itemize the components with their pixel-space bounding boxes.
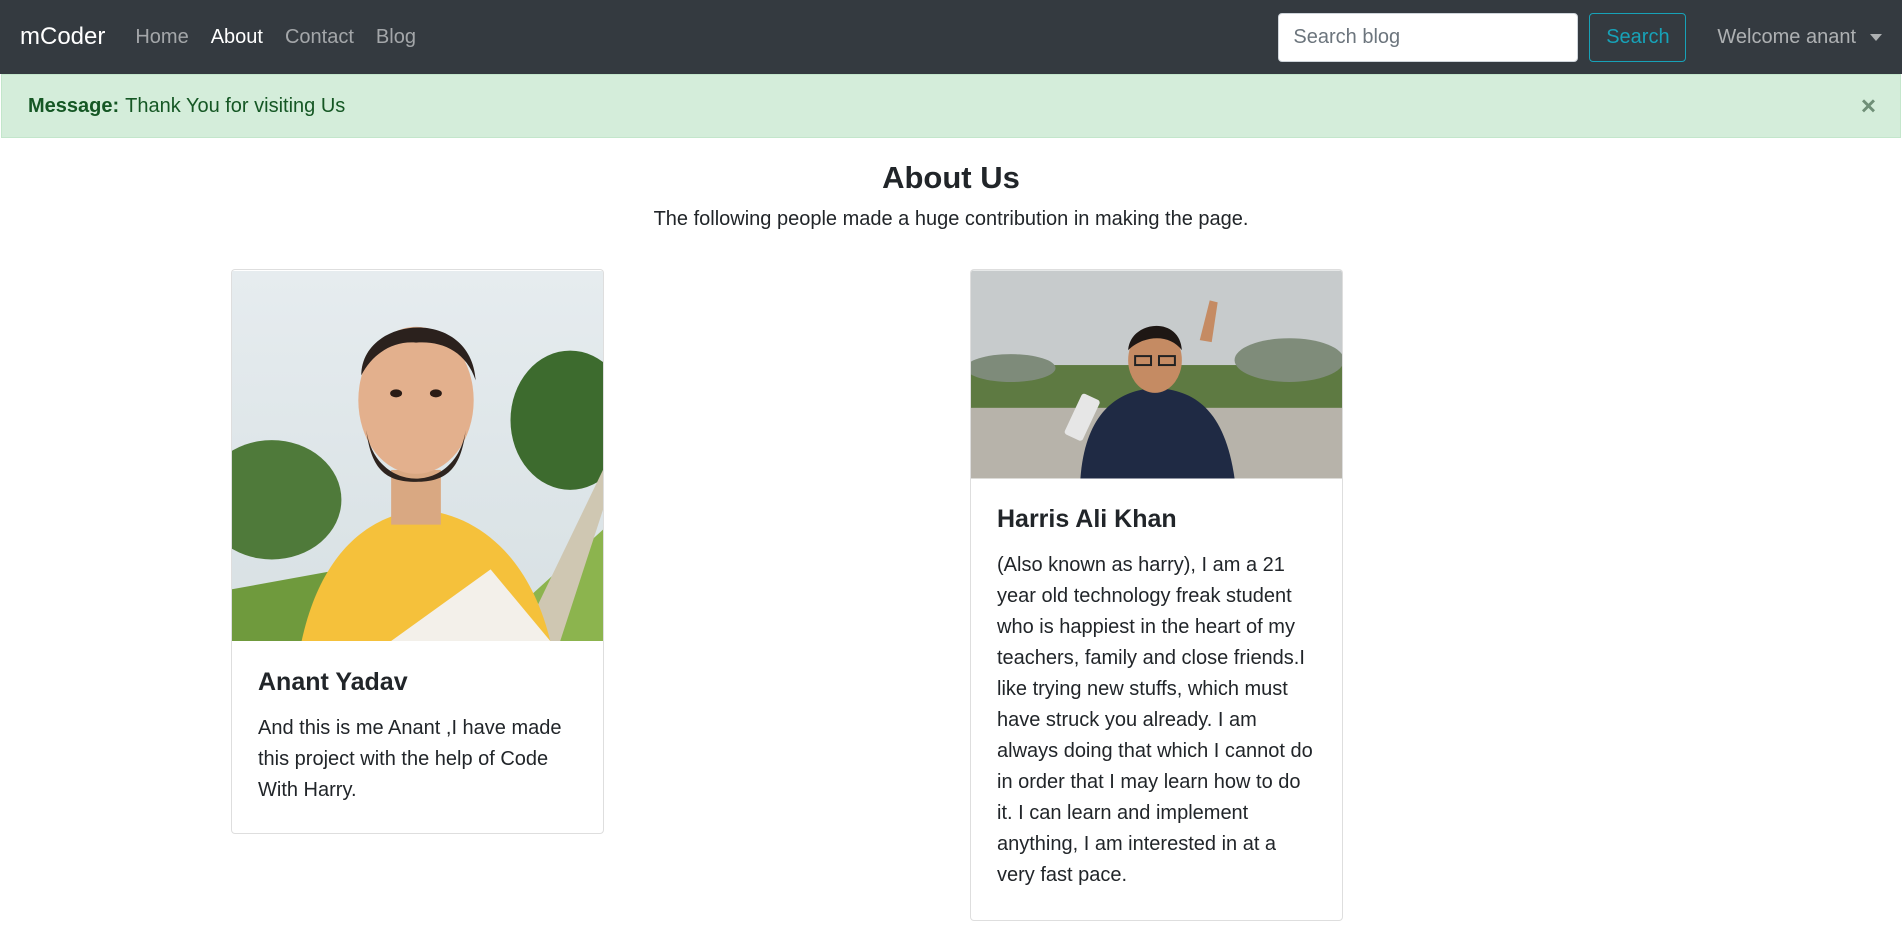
nav-contact-link[interactable]: Contact bbox=[285, 26, 354, 49]
card-text: (Also known as harry), I am a 21 year ol… bbox=[997, 554, 1313, 886]
welcome-label: Welcome anant bbox=[1717, 25, 1856, 48]
nav-home-link[interactable]: Home bbox=[135, 26, 188, 49]
message-alert: Message: Thank You for visiting Us × bbox=[1, 74, 1901, 138]
nav-blog-link[interactable]: Blog bbox=[376, 26, 416, 49]
page-subtitle: The following people made a huge contrib… bbox=[653, 208, 1249, 230]
about-header: About Us The following people made a hug… bbox=[0, 160, 1902, 231]
user-dropdown[interactable]: Welcome anant bbox=[1717, 26, 1882, 49]
page-title: About Us bbox=[882, 160, 1020, 195]
nav-right: Search Welcome anant bbox=[1278, 12, 1882, 62]
card-body: Harris Ali Khan (Also known as harry), I… bbox=[971, 479, 1342, 917]
profile-photo-anant bbox=[232, 270, 603, 642]
brand-logo[interactable]: mCoder bbox=[20, 23, 105, 51]
card-body: Anant Yadav And this is me Anant ,I have… bbox=[232, 642, 603, 832]
profile-card-harris: Harris Ali Khan (Also known as harry), I… bbox=[970, 269, 1343, 921]
nav-links: Home About Contact Blog bbox=[135, 26, 416, 49]
close-icon[interactable]: × bbox=[1861, 91, 1876, 122]
profile-card-anant: Anant Yadav And this is me Anant ,I have… bbox=[231, 269, 604, 834]
alert-label: Message: bbox=[28, 94, 120, 117]
card-title: Harris Ali Khan bbox=[997, 505, 1177, 533]
search-input[interactable] bbox=[1278, 12, 1579, 62]
search-button[interactable]: Search bbox=[1589, 12, 1687, 62]
alert-text: Thank You for visiting Us bbox=[125, 94, 346, 117]
card-text: And this is me Anant ,I have made this p… bbox=[258, 717, 562, 801]
card-title: Anant Yadav bbox=[258, 668, 408, 696]
profile-photo-harris bbox=[971, 270, 1342, 479]
chevron-down-icon bbox=[1870, 33, 1882, 41]
top-navbar: mCoder Home About Contact Blog Search We… bbox=[0, 0, 1902, 74]
nav-about-link[interactable]: About bbox=[211, 26, 263, 49]
